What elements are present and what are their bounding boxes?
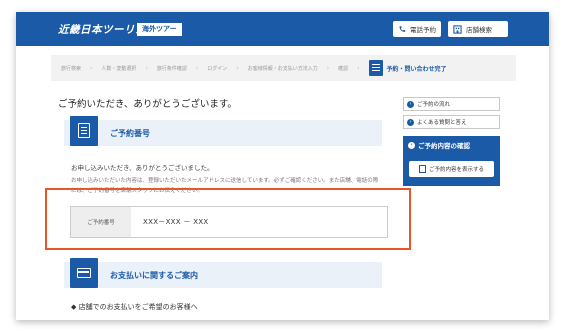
confirm-panel-title: › ご予約内容の確認 (408, 140, 470, 150)
reservation-number-value: XXX－XXX － XXX (143, 218, 209, 226)
browser-frame: 近畿日本ツーリスト 海外ツアー 電話予約 店舗検索 旅行検索 › 人数・変動選択 ›… (16, 12, 549, 320)
chevron-right-icon: › (145, 64, 148, 72)
store-icon (453, 24, 462, 34)
store-search-button[interactable]: 店舗検索 (448, 21, 508, 37)
phone-reservation-label: 電話予約 (410, 26, 436, 34)
chevron-right-icon: › (326, 64, 330, 72)
chevron-right-circle-icon: › (407, 118, 414, 126)
chevron-right-icon: › (236, 64, 239, 72)
progress-step: 旅行検索 › (61, 64, 93, 72)
phone-reservation-button[interactable]: 電話予約 (393, 21, 441, 37)
booking-progress-bar: 旅行検索 › 人数・変動選択 › 旅行条件確認 › ログイン › お客様情報・お支払い方… (51, 55, 516, 81)
reservation-number-label: ご予約番号 (71, 207, 131, 237)
chevron-right-circle-icon: › (408, 141, 415, 149)
chevron-right-icon: › (90, 64, 93, 72)
reservation-confirm-panel: › ご予約内容の確認 ご予約内容を表示する (403, 136, 500, 186)
document-icon (418, 165, 426, 173)
section-title: ご予約番号 (110, 129, 150, 138)
progress-step-active: 予約・問い合わせ完了 (368, 60, 447, 76)
page-title: ご予約いただき、ありがとうございます。 (58, 99, 237, 110)
section-title: お支払いに関するご案内 (110, 271, 198, 280)
reservation-number-section-header: ご予約番号 (64, 116, 382, 146)
progress-step: 確認 › (338, 64, 360, 72)
chevron-right-icon: › (195, 64, 199, 72)
document-icon (368, 60, 383, 76)
store-search-label: 店舗検索 (466, 26, 492, 34)
credit-card-icon (70, 258, 98, 288)
chevron-right-circle-icon: › (407, 100, 414, 108)
reservation-document-icon (70, 116, 98, 146)
progress-step: 人数・変動選択 › (101, 64, 148, 72)
show-reservation-button[interactable]: ご予約内容を表示する (409, 161, 494, 177)
progress-step: 旅行条件確認 › (156, 64, 199, 72)
faq-link[interactable]: › よくある質問と答え (403, 115, 500, 129)
reservation-flow-link[interactable]: › ご予約の流れ (403, 97, 500, 111)
confirmation-notice: お申し込みいただいた内容は、登録いただいたメールアドレスに送信しています。必ずご… (71, 178, 379, 194)
progress-step: ログイン › (207, 64, 239, 72)
store-payment-heading: ◆ 店舗でのお支払いをご希望のお客様へ (71, 303, 198, 311)
reservation-number-box: ご予約番号 XXX－XXX － XXX (70, 206, 388, 238)
progress-step: お客様情報・お支払い方法入力 › (247, 64, 330, 72)
overseas-tour-badge[interactable]: 海外ツアー (137, 23, 182, 36)
chevron-right-icon: › (357, 64, 360, 72)
thanks-message: お申し込みいただき、ありがとうございました。 (71, 164, 214, 172)
payment-section-header: お支払いに関するご案内 (64, 258, 382, 288)
site-header: 近畿日本ツーリスト 海外ツアー 電話予約 店舗検索 (16, 12, 549, 46)
phone-icon (399, 25, 406, 32)
